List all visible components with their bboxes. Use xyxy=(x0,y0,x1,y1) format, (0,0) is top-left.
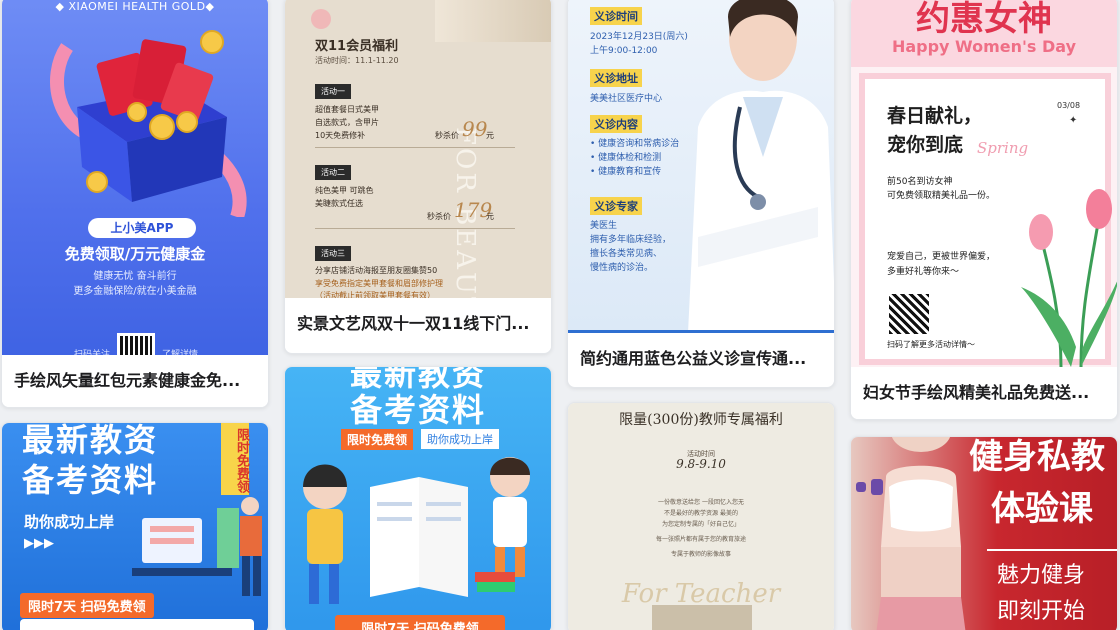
poster-headline: 双11会员福利 xyxy=(315,39,399,54)
divider xyxy=(987,549,1117,551)
cta-button: 限时7天 扫码免费领 xyxy=(335,615,505,630)
poster-date: 活动时间：11.1-11.20 xyxy=(315,56,399,65)
template-title[interactable]: 妇女节手绘风精美礼品免费送... xyxy=(851,367,1117,419)
price-label: 秒杀价 xyxy=(427,212,451,221)
poster-slogan: 即刻开始 xyxy=(997,599,1086,624)
tulip-illustration xyxy=(1021,189,1117,367)
template-grid: ◆ XIAOMEI HEALTH GOLD◆ 上小美APP 免费领取/万元健康金… xyxy=(0,0,1120,630)
desc-line: 可免费领取精美礼品一份。 xyxy=(887,191,996,201)
template-thumbnail[interactable]: 最新教资 备考资料 限时免费领 助你成功上岸 限时7天 扫码免费领 xyxy=(285,367,551,630)
students-book-illustration xyxy=(303,457,530,604)
divider xyxy=(315,228,515,229)
poster-date: 9.8-9.10 xyxy=(676,457,726,471)
activity-lines: 超值套餐日式美甲 自选款式，含甲片 10天免费修补 xyxy=(315,105,379,140)
poster-line: 更多金融保险/就在小美金融 xyxy=(73,286,197,297)
title-line: 宠你到底 xyxy=(887,134,964,156)
activity-tag: 活动一 xyxy=(315,84,351,99)
template-title[interactable]: 实景文艺风双十一双11线下门... xyxy=(285,298,551,350)
divider xyxy=(315,147,515,148)
script-text: Spring xyxy=(977,139,1029,157)
template-thumbnail[interactable]: 双11会员福利 活动时间：11.1-11.20 FOR BEAUTY 活动一 超… xyxy=(285,0,551,299)
template-card[interactable]: 健身私教 体验课 魅力健身 即刻开始 xyxy=(850,436,1118,630)
template-card[interactable]: 限量(300份)教师专属福利 活动时间 9.8-9.10 一份敬意送给您 一段回… xyxy=(567,402,835,630)
sparkle-icon: ✦ xyxy=(1069,115,1078,126)
template-thumbnail[interactable]: 约惠女神 Happy Women's Day 03/08 ✦ 春日献礼， 宠你到… xyxy=(851,0,1117,367)
flower-decoration xyxy=(435,0,551,42)
section-text: 美美社区医疗中心 xyxy=(590,94,663,104)
poster-sub: 助你成功上岸 xyxy=(24,513,115,531)
price-label: 秒杀价 xyxy=(435,131,459,140)
poster-app-button: 上小美APP xyxy=(88,218,196,238)
title-line: 春日献礼， xyxy=(887,105,983,127)
template-thumbnail[interactable]: 义诊时间 2023年12月23日(周六) 上午9:00-12:00 义诊地址 美… xyxy=(568,0,834,333)
poster-headline: 限量(300份)教师专属福利 xyxy=(619,412,783,428)
poster-headline: 体验课 xyxy=(991,489,1093,529)
template-card[interactable]: 最新教资 备考资料 限时免费领 助你成功上岸 ▶▶▶ 限时7天 扫码免费领 xyxy=(1,422,269,630)
slogan-line: 宠爱自己，更被世界偏爱， xyxy=(887,252,996,262)
section-list: • 健康咨询和常病诊治 • 健康体检和检测 • 健康教育和宣传 xyxy=(590,139,680,177)
flower-icon xyxy=(311,9,331,29)
section-tag: 义诊内容 xyxy=(590,115,642,133)
template-thumbnail[interactable]: ◆ XIAOMEI HEALTH GOLD◆ 上小美APP 免费领取/万元健康金… xyxy=(2,0,268,357)
student-desk-illustration xyxy=(132,497,262,596)
white-panel xyxy=(20,619,254,630)
template-card[interactable]: ◆ XIAOMEI HEALTH GOLD◆ 上小美APP 免费领取/万元健康金… xyxy=(1,0,269,408)
poster-headline: 备考资料 xyxy=(349,391,486,429)
activity-tag: 活动二 xyxy=(315,165,351,180)
template-thumbnail[interactable]: 健身私教 体验课 魅力健身 即刻开始 xyxy=(851,437,1117,630)
template-card[interactable]: 义诊时间 2023年12月23日(周六) 上午9:00-12:00 义诊地址 美… xyxy=(567,0,835,388)
qr-caption: 扫码了解更多活动详情～ xyxy=(887,340,975,349)
qr-code xyxy=(889,294,929,334)
poster-subtitle: Happy Women's Day xyxy=(891,37,1077,56)
poster-date: 03/08 xyxy=(1057,101,1081,110)
poster-brand: ◆ XIAOMEI HEALTH GOLD◆ xyxy=(55,0,215,13)
cta-button: 限时7天 扫码免费领 xyxy=(20,593,154,618)
poster-lines: 一份敬意送给您 一段回忆入您无 不是最好的教学资源 最美的 为您定制专属的「好自… xyxy=(655,499,746,558)
section-tag: 义诊地址 xyxy=(590,69,642,87)
template-thumbnail[interactable]: 限量(300份)教师专属福利 活动时间 9.8-9.10 一份敬意送给您 一段回… xyxy=(568,403,834,630)
section-list: 美医生 拥有多年临床经验， 擅长各类常见病、 慢性病的诊治。 xyxy=(590,221,672,273)
poster-headline: 免费领取/万元健康金 xyxy=(64,245,206,263)
section-text: 2023年12月23日(周六) xyxy=(590,32,688,42)
price-unit: 元 xyxy=(486,212,494,221)
poster-sub: 助你成功上岸 xyxy=(421,429,499,449)
slogan-line: 多重好礼等你来～ xyxy=(887,267,960,277)
section-tag: 义诊专家 xyxy=(590,197,642,215)
section-tag: 义诊时间 xyxy=(590,7,642,25)
photo-block xyxy=(652,605,752,630)
qr-code xyxy=(117,333,155,357)
template-title[interactable]: 手绘风矢量红包元素健康金免... xyxy=(2,355,268,407)
vertical-tag: 限时免费领 xyxy=(221,423,249,495)
desc-line: 前50名到访女神 xyxy=(887,177,953,187)
template-card[interactable]: 最新教资 备考资料 限时免费领 助你成功上岸 限时7天 扫码免费领 xyxy=(284,366,552,630)
activity-line: 分享店铺活动海报至朋友圈集赞50 xyxy=(315,266,438,275)
doctor-illustration xyxy=(688,0,834,330)
price-value: 99 xyxy=(462,117,488,141)
poster-headline: 健身私教 xyxy=(969,437,1105,477)
price-unit: 元 xyxy=(486,131,494,140)
section-text: 上午9:00-12:00 xyxy=(590,46,658,56)
gift-box-illustration xyxy=(50,30,247,217)
activity-lines: 纯色美甲 可跳色 美睫款式任选 xyxy=(315,186,374,208)
template-card[interactable]: 约惠女神 Happy Women's Day 03/08 ✦ 春日献礼， 宠你到… xyxy=(850,0,1118,420)
template-thumbnail[interactable]: 最新教资 备考资料 限时免费领 助你成功上岸 ▶▶▶ 限时7天 扫码免费领 xyxy=(2,423,268,630)
poster-line: 健康无忧 奋斗前行 xyxy=(93,271,177,282)
activity-tag: 活动三 xyxy=(315,246,351,261)
activity-line: 享受免费指定美甲套餐和眉部修护理 xyxy=(315,279,443,288)
arrows-icon: ▶▶▶ xyxy=(24,536,54,551)
poster-headline: 约惠女神 xyxy=(916,0,1052,39)
template-card[interactable]: 双11会员福利 活动时间：11.1-11.20 FOR BEAUTY 活动一 超… xyxy=(284,0,552,354)
template-title[interactable]: 简约通用蓝色公益义诊宣传通... xyxy=(568,333,834,385)
poster-slogan: 魅力健身 xyxy=(997,563,1086,588)
